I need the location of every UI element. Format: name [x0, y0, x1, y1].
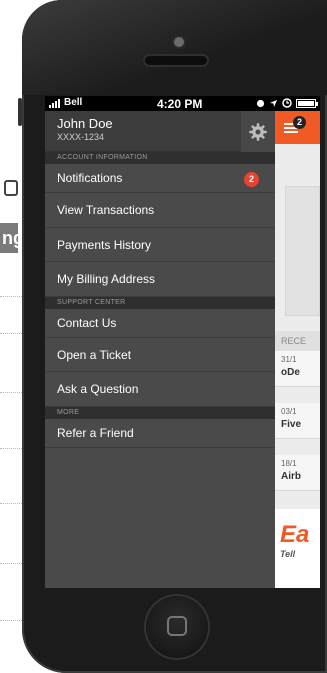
menu-item-refer-friend[interactable]: Refer a Friend	[45, 418, 275, 448]
background-tab: ng	[0, 223, 18, 253]
banner-tagline: Tell	[280, 549, 296, 559]
location-arrow-icon	[269, 99, 278, 107]
alarm-clock-icon	[282, 98, 292, 108]
camera-icon	[174, 37, 184, 47]
carrier-name: Bell	[64, 97, 83, 108]
list-item[interactable]: 31/1 oDe	[275, 351, 320, 387]
status-bar: Bell 4:20 PM	[45, 96, 320, 111]
list-item-title: Airb	[281, 471, 301, 482]
signal-bar-icon	[52, 103, 54, 108]
section-header-more: MORE	[45, 406, 275, 419]
list-item-title: oDe	[281, 367, 300, 378]
menu-item-label: Ask a Question	[57, 382, 139, 396]
speaker-grille	[145, 56, 207, 65]
menu-item-label: My Billing Address	[57, 272, 156, 286]
menu-item-label: Payments History	[57, 237, 152, 252]
settings-button[interactable]	[241, 111, 275, 152]
menu-item-label: View Transactions	[57, 203, 155, 217]
phone-gloss	[22, 0, 327, 95]
recent-section-header: RECE	[275, 331, 320, 351]
menu-item-ask-question[interactable]: Ask a Question	[45, 372, 275, 407]
home-button[interactable]	[146, 596, 208, 658]
list-item-date: 18/1	[281, 459, 297, 468]
menu-item-label: Contact Us	[57, 315, 117, 330]
content-card	[285, 186, 320, 316]
background-icon	[4, 180, 18, 196]
battery-icon	[296, 98, 318, 108]
carrier: Bell	[49, 97, 82, 108]
user-name: John Doe	[57, 116, 113, 131]
menu-item-open-ticket[interactable]: Open a Ticket	[45, 337, 275, 372]
notification-badge: 2	[244, 172, 259, 187]
signal-bar-icon	[55, 101, 57, 108]
menu-item-payments-history[interactable]: Payments History	[45, 227, 275, 262]
app-header: 2	[275, 111, 320, 144]
section-header-account: ACCOUNT INFORMATION	[45, 152, 275, 164]
list-item-title: Five	[281, 419, 302, 430]
menu-item-billing-address[interactable]: My Billing Address	[45, 262, 275, 297]
list-item-date: 03/1	[281, 407, 297, 416]
section-header-support: SUPPORT CENTER	[45, 296, 275, 309]
status-time: 4:20 PM	[157, 97, 203, 111]
home-square-icon	[167, 616, 187, 636]
user-header[interactable]: John Doe XXXX-1234	[45, 111, 275, 152]
menu-item-notifications[interactable]: Notifications 2	[45, 164, 275, 193]
menu-item-view-transactions[interactable]: View Transactions	[45, 193, 275, 228]
banner-brand: Ea	[280, 521, 310, 548]
lock-rotation-icon	[256, 99, 265, 107]
menu-item-contact-us[interactable]: Contact Us	[45, 308, 275, 338]
promo-banner[interactable]: Ea Tell	[275, 509, 320, 588]
list-item-date: 31/1	[281, 355, 297, 364]
menu-item-label: Refer a Friend	[57, 425, 134, 440]
menu-item-label: Notifications	[57, 171, 123, 185]
list-item[interactable]: 03/1 Five	[275, 403, 320, 439]
status-icons	[256, 98, 318, 108]
account-number: XXXX-1234	[57, 132, 105, 142]
signal-bar-icon	[49, 105, 51, 108]
gear-icon	[249, 122, 267, 141]
main-content-peek[interactable]: 2 RECE 31/1 oDe 03/1 Five 18/1 Airb Ea T…	[275, 111, 320, 588]
side-menu: John Doe XXXX-1234 ACCOUNT INFORMATION N…	[45, 111, 275, 588]
menu-badge: 2	[293, 116, 306, 129]
phone-screen: Bell 4:20 PM John Doe XXXX-1234 ACCOUNT …	[45, 96, 320, 588]
signal-bar-icon	[58, 99, 60, 108]
list-item[interactable]: 18/1 Airb	[275, 455, 320, 491]
menu-item-label: Open a Ticket	[57, 347, 132, 362]
